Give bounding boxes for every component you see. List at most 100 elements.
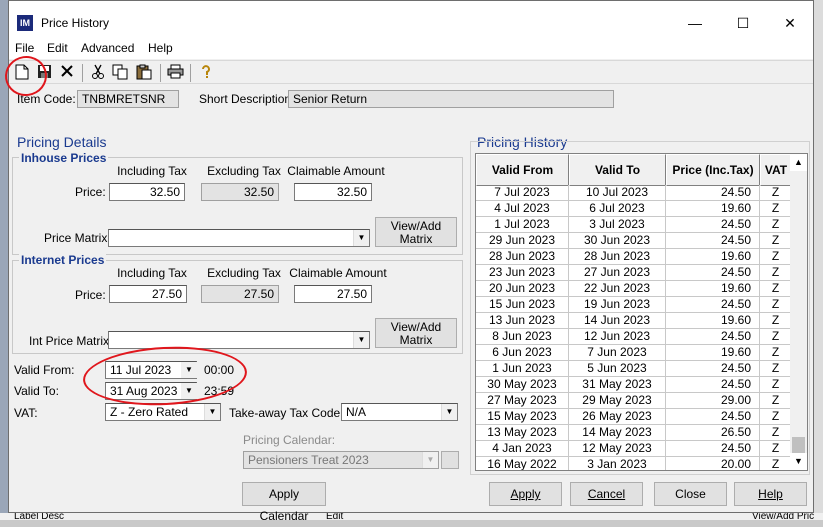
close-button[interactable]: Close [654,482,727,506]
maximize-button[interactable]: ☐ [720,9,766,37]
cell-valid-from: 27 May 2023 [476,393,569,409]
cancel-button[interactable]: Cancel [570,482,643,506]
takeaway-tax-code-value: N/A [346,405,367,419]
table-row[interactable]: 13 Jun 2023 14 Jun 2023 19.60 Z [476,313,792,329]
cell-valid-from: 15 May 2023 [476,409,569,425]
cell-vat: Z [760,457,792,470]
cell-valid-from: 15 Jun 2023 [476,297,569,313]
cell-valid-to: 26 May 2023 [569,409,666,425]
valid-to-label: Valid To: [14,384,59,398]
pricing-calendar-label: Pricing Calendar: [243,433,336,447]
cut-icon[interactable] [89,64,107,82]
cell-vat: Z [760,393,792,409]
menu-edit[interactable]: Edit [47,41,68,55]
table-row[interactable]: 15 Jun 2023 19 Jun 2023 24.50 Z [476,297,792,313]
table-row[interactable]: 28 Jun 2023 28 Jun 2023 19.60 Z [476,249,792,265]
table-row[interactable]: 7 Jul 2023 10 Jul 2023 24.50 Z [476,185,792,201]
inhouse-claimable-amount-input[interactable]: 32.50 [294,183,372,201]
cell-price: 24.50 [666,361,760,377]
cell-valid-from: 6 Jun 2023 [476,345,569,361]
table-row[interactable]: 27 May 2023 29 May 2023 29.00 Z [476,393,792,409]
table-row[interactable]: 13 May 2023 14 May 2023 26.50 Z [476,425,792,441]
apply-calendar-button[interactable]: Apply Calendar [242,482,326,523]
table-row[interactable]: 16 May 2022 3 Jan 2023 20.00 Z [476,457,792,470]
minimize-button[interactable]: — [672,9,718,37]
print-icon[interactable] [166,64,184,82]
cell-valid-from: 20 Jun 2023 [476,281,569,297]
menu-help[interactable]: Help [148,41,173,55]
table-row[interactable]: 20 Jun 2023 22 Jun 2023 19.60 Z [476,281,792,297]
cell-vat: Z [760,265,792,281]
valid-from-label: Valid From: [14,363,75,377]
price-history-window: IM Price History — ☐ ✕ File Edit Advance… [2,0,814,523]
paste-icon[interactable] [135,64,153,82]
table-row[interactable]: 1 Jul 2023 3 Jul 2023 24.50 Z [476,217,792,233]
help-icon[interactable] [197,64,215,82]
help-button[interactable]: Help [734,482,807,506]
pricing-history-table[interactable]: Valid From Valid To Price (Inc.Tax) VAT … [475,153,808,471]
table-row[interactable]: 4 Jan 2023 12 May 2023 24.50 Z [476,441,792,457]
inhouse-claimable-amount-header: Claimable Amount [287,164,385,178]
cell-valid-to: 30 Jun 2023 [569,233,666,249]
inhouse-view-add-matrix-button[interactable]: View/Add Matrix [375,217,457,247]
table-vertical-scrollbar[interactable]: ▲ ▼ [790,154,807,470]
cell-valid-from: 1 Jun 2023 [476,361,569,377]
chevron-down-icon: ▼ [353,230,369,246]
menu-file[interactable]: File [15,41,34,55]
table-row[interactable]: 8 Jun 2023 12 Jun 2023 24.50 Z [476,329,792,345]
close-window-button[interactable]: ✕ [767,9,813,37]
delete-icon[interactable] [58,64,76,82]
chevron-down-icon: ▼ [204,404,220,420]
table-row[interactable]: 29 Jun 2023 30 Jun 2023 24.50 Z [476,233,792,249]
cell-valid-from: 4 Jul 2023 [476,201,569,217]
scroll-up-icon[interactable]: ▲ [790,154,807,171]
chevron-down-icon: ▼ [353,332,369,348]
cell-price: 24.50 [666,377,760,393]
inhouse-including-tax-header: Including Tax [117,164,187,178]
cell-valid-from: 16 May 2022 [476,457,569,470]
column-header-valid-from[interactable]: Valid From [476,154,569,186]
column-header-price[interactable]: Price (Inc.Tax) [666,154,760,186]
background-app-right [814,0,823,520]
cell-price: 19.60 [666,201,760,217]
cell-vat: Z [760,201,792,217]
internet-claimable-amount-input[interactable]: 27.50 [294,285,372,303]
int-price-matrix-label: Int Price Matrix: [29,334,113,348]
cell-vat: Z [760,377,792,393]
pricing-calendar-dropdown: Pensioners Treat 2023 ▼ [243,451,439,469]
inhouse-price-including-tax-input[interactable]: 32.50 [109,183,185,201]
table-row[interactable]: 6 Jun 2023 7 Jun 2023 19.60 Z [476,345,792,361]
cell-valid-to: 10 Jul 2023 [569,185,666,201]
close-button-label: Close [675,487,706,501]
cell-valid-from: 1 Jul 2023 [476,217,569,233]
apply-button[interactable]: Apply [489,482,562,506]
menu-advanced[interactable]: Advanced [81,41,134,55]
cell-valid-from: 7 Jul 2023 [476,185,569,201]
pricing-details-title: Pricing Details [17,134,107,150]
cell-valid-to: 6 Jul 2023 [569,201,666,217]
copy-icon[interactable] [111,64,129,82]
cell-vat: Z [760,441,792,457]
table-row[interactable]: 30 May 2023 31 May 2023 24.50 Z [476,377,792,393]
internet-price-including-tax-input[interactable]: 27.50 [109,285,187,303]
cell-price: 24.50 [666,185,760,201]
scroll-down-icon[interactable]: ▼ [790,453,807,470]
cell-vat: Z [760,297,792,313]
table-row[interactable]: 15 May 2023 26 May 2023 24.50 Z [476,409,792,425]
scrollbar-thumb[interactable] [792,437,805,453]
vat-dropdown[interactable]: Z - Zero Rated ▼ [105,403,221,421]
takeaway-tax-code-dropdown[interactable]: N/A ▼ [341,403,458,421]
cell-valid-to: 31 May 2023 [569,377,666,393]
internet-view-add-matrix-button[interactable]: View/Add Matrix [375,318,457,348]
column-header-vat[interactable]: VAT [760,154,792,186]
price-matrix-dropdown[interactable]: ▼ [108,229,370,247]
cell-vat: Z [760,249,792,265]
cell-valid-from: 29 Jun 2023 [476,233,569,249]
table-row[interactable]: 1 Jun 2023 5 Jun 2023 24.50 Z [476,361,792,377]
cell-valid-to: 12 Jun 2023 [569,329,666,345]
chevron-down-icon: ▼ [441,404,457,420]
table-row[interactable]: 23 Jun 2023 27 Jun 2023 24.50 Z [476,265,792,281]
int-price-matrix-dropdown[interactable]: ▼ [108,331,370,349]
table-row[interactable]: 4 Jul 2023 6 Jul 2023 19.60 Z [476,201,792,217]
column-header-valid-to[interactable]: Valid To [569,154,666,186]
